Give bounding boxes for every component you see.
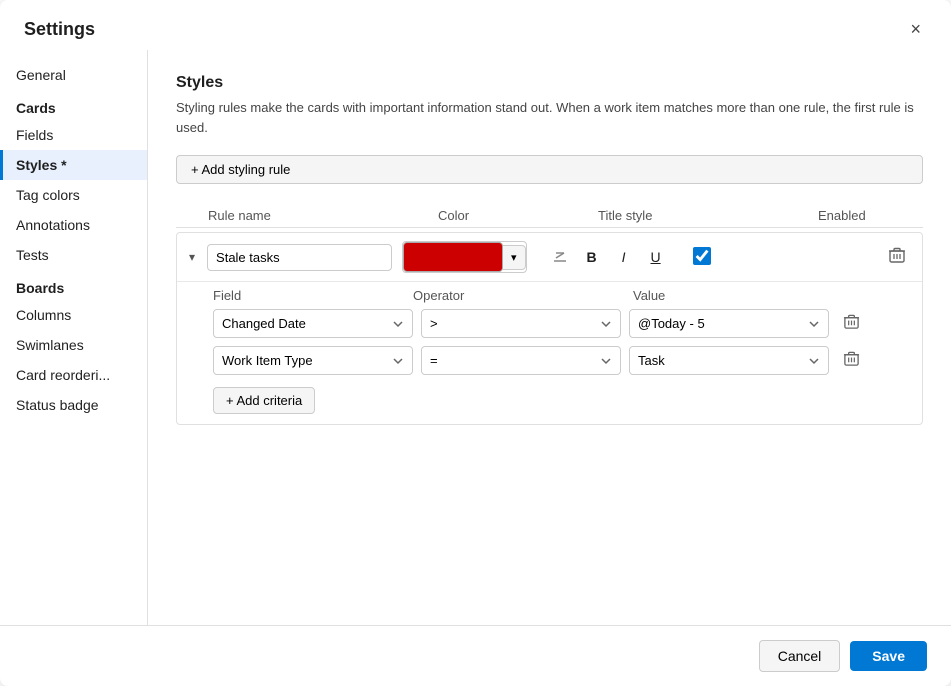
criteria-delete-button-1[interactable] bbox=[837, 311, 866, 337]
criteria-value-select-1[interactable]: @Today - 5 @Today @Today - 1 @Today - 7 bbox=[629, 309, 829, 338]
criteria-delete-button-2[interactable] bbox=[837, 348, 866, 374]
title-style-area: B I U bbox=[547, 244, 669, 270]
criteria-field-select-1[interactable]: Changed Date Title Assigned To State Wor… bbox=[213, 309, 413, 338]
sidebar-item-swimlanes[interactable]: Swimlanes bbox=[0, 330, 147, 360]
enabled-checkbox[interactable] bbox=[693, 247, 711, 265]
sidebar-item-card-reordering[interactable]: Card reorderi... bbox=[0, 360, 147, 390]
bold-button[interactable]: B bbox=[579, 244, 605, 270]
rule-expand-button[interactable]: ▾ bbox=[187, 248, 197, 266]
sidebar-item-general[interactable]: General bbox=[0, 60, 147, 90]
section-desc: Styling rules make the cards with import… bbox=[176, 98, 923, 137]
format-bar-icon bbox=[547, 244, 573, 270]
col-enabled: Enabled bbox=[818, 208, 908, 223]
criteria-value-select-2[interactable]: Task Bug User Story Feature Epic bbox=[629, 346, 829, 375]
criteria-row: Changed Date Title Assigned To State Wor… bbox=[213, 309, 912, 338]
col-rule-name: Rule name bbox=[208, 208, 438, 223]
col-color: Color bbox=[438, 208, 598, 223]
sidebar-section-boards: Boards bbox=[0, 270, 147, 300]
sidebar-item-styles[interactable]: Styles * bbox=[0, 150, 147, 180]
criteria-field-select-2[interactable]: Work Item Type Changed Date Title Assign… bbox=[213, 346, 413, 375]
sidebar-item-columns[interactable]: Columns bbox=[0, 300, 147, 330]
enabled-area bbox=[693, 247, 711, 268]
add-criteria-button[interactable]: + Add criteria bbox=[213, 387, 315, 414]
criteria-operator-select-2[interactable]: = > < >= <= <> bbox=[421, 346, 621, 375]
rule-name-input[interactable] bbox=[207, 244, 392, 271]
criteria-row: Work Item Type Changed Date Title Assign… bbox=[213, 346, 912, 375]
criteria-col-field: Field bbox=[213, 288, 413, 303]
cancel-button[interactable]: Cancel bbox=[759, 640, 841, 672]
sidebar-item-status-badge[interactable]: Status badge bbox=[0, 390, 147, 420]
save-button[interactable]: Save bbox=[850, 641, 927, 671]
sidebar-item-tag-colors[interactable]: Tag colors bbox=[0, 180, 147, 210]
sidebar-item-fields[interactable]: Fields bbox=[0, 120, 147, 150]
criteria-operator-select-1[interactable]: > < = >= <= <> bbox=[421, 309, 621, 338]
section-title: Styles bbox=[176, 74, 923, 92]
table-header: Rule name Color Title style Enabled bbox=[176, 204, 923, 228]
dialog-title: Settings bbox=[24, 19, 95, 40]
sidebar-section-cards: Cards bbox=[0, 90, 147, 120]
color-input-group: ▾ bbox=[402, 241, 527, 273]
rule-main-row: ▾ ▾ bbox=[177, 233, 922, 281]
close-button[interactable]: × bbox=[904, 18, 927, 40]
color-dropdown-button[interactable]: ▾ bbox=[503, 245, 526, 270]
add-styling-rule-button[interactable]: + Add styling rule bbox=[176, 155, 923, 184]
rule-delete-button[interactable] bbox=[882, 244, 912, 271]
color-swatch[interactable] bbox=[403, 242, 503, 272]
main-content: Styles Styling rules make the cards with… bbox=[148, 50, 951, 625]
sidebar: General Cards Fields Styles * Tag colors… bbox=[0, 50, 148, 625]
italic-button[interactable]: I bbox=[611, 244, 637, 270]
criteria-col-value: Value bbox=[633, 288, 853, 303]
dialog-footer: Cancel Save bbox=[0, 625, 951, 686]
criteria-col-operator: Operator bbox=[413, 288, 633, 303]
sidebar-item-tests[interactable]: Tests bbox=[0, 240, 147, 270]
col-title-style: Title style bbox=[598, 208, 818, 223]
underline-button[interactable]: U bbox=[643, 244, 669, 270]
criteria-header: Field Operator Value bbox=[213, 288, 912, 303]
criteria-section: Field Operator Value Changed Date Title … bbox=[177, 281, 922, 424]
rule-row: ▾ ▾ bbox=[176, 232, 923, 425]
sidebar-item-annotations[interactable]: Annotations bbox=[0, 210, 147, 240]
